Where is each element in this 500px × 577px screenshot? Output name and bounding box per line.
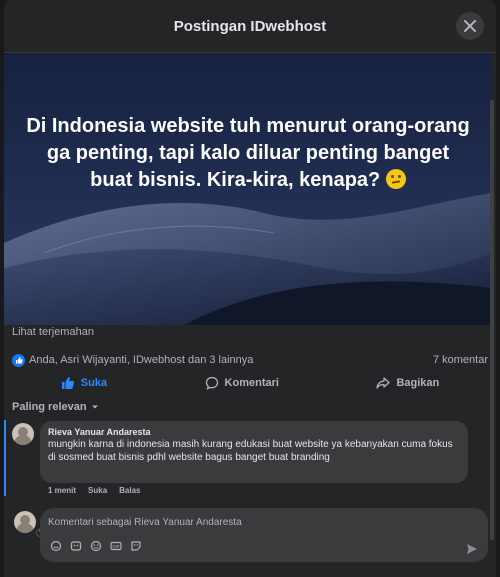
reactions-summary-text: Anda, Asri Wijayanti, IDwebhost dan 3 la…	[29, 354, 254, 366]
sticker-icon[interactable]	[50, 540, 62, 552]
comment-icon	[205, 376, 218, 390]
comment-author[interactable]: Rieva Yanuar Andaresta	[48, 427, 151, 437]
comment-time[interactable]: 1 menit	[48, 486, 76, 495]
comment-like-link[interactable]: Suka	[88, 486, 107, 495]
dialog-header: Postingan IDwebhost	[4, 0, 496, 53]
share-icon	[376, 377, 391, 389]
comment-composer[interactable]: Komentari sebagai Rieva Yanuar Andaresta…	[40, 508, 488, 562]
like-button[interactable]: Suka	[61, 376, 107, 390]
comment-meta: 1 menit Suka Balas	[48, 486, 141, 495]
like-label: Suka	[80, 377, 108, 389]
post-actions: Suka Komentari Bagikan	[12, 370, 488, 396]
post-image[interactable]: Di Indonesia website tuh menurut orang-o…	[4, 53, 492, 325]
thinking-face-icon	[385, 169, 406, 189]
scrollbar[interactable]	[490, 100, 494, 540]
comment-sort-label: Paling relevan	[12, 401, 87, 413]
like-reaction-icon	[12, 353, 25, 367]
send-icon	[467, 544, 477, 554]
comment-input[interactable]: Komentari sebagai Rieva Yanuar Andaresta	[48, 517, 242, 528]
comment-count[interactable]: 7 komentar	[433, 354, 488, 366]
composer-tools: GIF	[50, 540, 142, 552]
svg-text:GIF: GIF	[112, 544, 120, 549]
comment-bubble: Rieva Yanuar Andaresta mungkin karna di …	[40, 421, 468, 483]
thumbs-up-icon	[61, 377, 74, 389]
comment-sort-dropdown[interactable]: Paling relevan	[12, 401, 99, 413]
emoji-icon[interactable]	[90, 540, 102, 552]
avatar-sticker-icon[interactable]	[70, 540, 82, 552]
share-button[interactable]: Bagikan	[376, 376, 439, 390]
close-icon	[464, 20, 476, 32]
composer-avatar[interactable]	[14, 511, 36, 533]
share-label: Bagikan	[396, 377, 440, 389]
gif-icon[interactable]: GIF	[110, 540, 122, 552]
dialog-title: Postingan IDwebhost	[173, 17, 327, 35]
comment-body: mungkin karna di indonesia masih kurang …	[48, 439, 453, 463]
close-button[interactable]	[456, 12, 484, 40]
comment-button[interactable]: Komentari	[205, 376, 279, 390]
see-translation-link[interactable]: Lihat terjemahan	[12, 326, 94, 338]
reactions-bar: Anda, Asri Wijayanti, IDwebhost dan 3 la…	[12, 352, 488, 368]
sticker2-icon[interactable]	[130, 540, 142, 552]
comment-label: Komentari	[224, 377, 279, 389]
post-text: Di Indonesia website tuh menurut orang-o…	[24, 113, 472, 194]
reactions-summary[interactable]: Anda, Asri Wijayanti, IDwebhost dan 3 la…	[12, 353, 254, 367]
post-dialog: Postingan IDwebhost Di Indonesia website…	[4, 0, 496, 577]
chevron-down-icon	[91, 405, 98, 409]
comment-highlight-bar	[4, 420, 6, 496]
comment-reply-link[interactable]: Balas	[119, 486, 140, 495]
avatar[interactable]	[12, 423, 34, 445]
send-button[interactable]	[466, 542, 478, 560]
